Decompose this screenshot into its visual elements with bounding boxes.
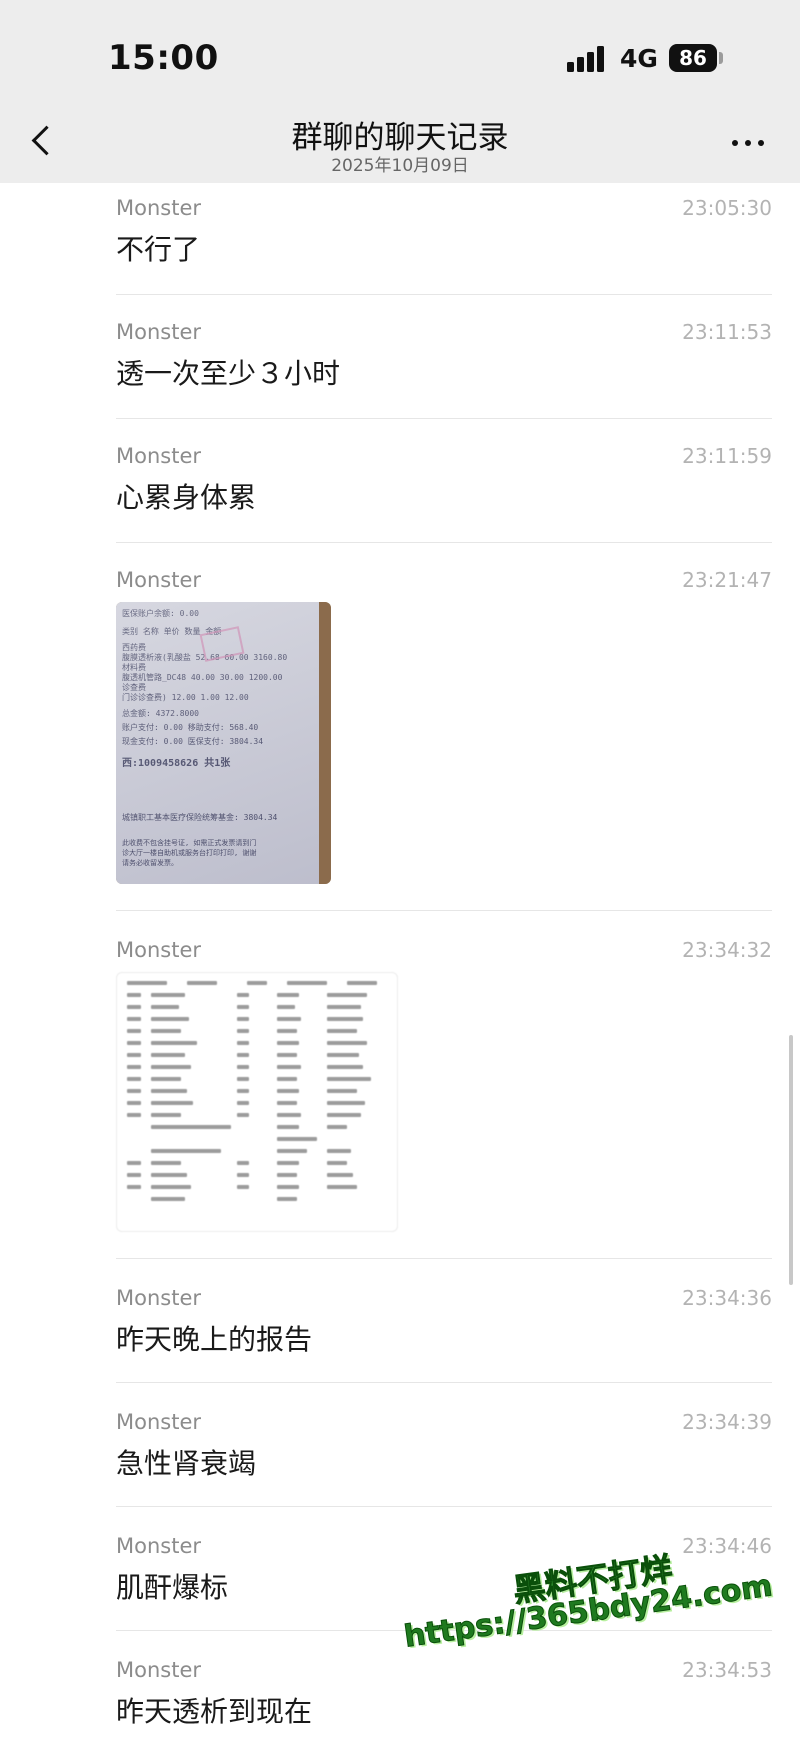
message-text: 透一次至少３小时: [116, 357, 341, 390]
divider: [116, 1506, 772, 1507]
message-item[interactable]: Monster 23:11:53 透一次至少３小时: [116, 320, 772, 400]
status-time: 15:00: [108, 38, 219, 78]
receipt-line: 总金额: 4372.8000: [122, 709, 199, 718]
message-text: 肌酐爆标: [116, 1571, 229, 1604]
receipt-line: 城镇职工基本医疗保险统筹基金: 3804.34: [122, 813, 278, 822]
message-time: 23:21:47: [682, 568, 772, 592]
receipt-line: 医保账户余额: 0.00: [122, 609, 199, 618]
receipt-line: 账户支付: 0.00 移助支付: 568.40: [122, 723, 259, 732]
message-sender: Monster: [116, 320, 202, 344]
battery-icon: 86: [669, 44, 717, 72]
message-time: 23:11:59: [682, 444, 772, 468]
receipt-image[interactable]: 医保账户余额: 0.00 类别 名称 单价 数量 金额 西药费 腹膜透析液(乳酸…: [116, 602, 331, 884]
message-item: Monster 23:34:32: [116, 938, 772, 968]
scrollbar[interactable]: [789, 1035, 793, 1285]
divider: [116, 910, 772, 911]
message-item[interactable]: Monster 23:05:30 不行了: [116, 196, 772, 276]
message-sender: Monster: [116, 938, 202, 962]
message-sender: Monster: [116, 444, 202, 468]
lab-report-image[interactable]: [116, 972, 398, 1232]
receipt-line: 类别 名称 单价 数量 金额: [122, 627, 222, 636]
receipt-line: 材料费: [122, 663, 146, 672]
message-time: 23:34:46: [682, 1534, 772, 1558]
divider: [116, 542, 772, 543]
message-time: 23:34:39: [682, 1410, 772, 1434]
network-type: 4G: [620, 44, 658, 73]
divider: [116, 1258, 772, 1259]
message-time: 23:34:32: [682, 938, 772, 962]
receipt-paper: 医保账户余额: 0.00 类别 名称 单价 数量 金额 西药费 腹膜透析液(乳酸…: [116, 602, 321, 884]
receipt-line: 诊大厅一楼自助机或服务台打印打印, 谢谢: [122, 849, 257, 857]
more-options-icon[interactable]: [728, 128, 768, 156]
watermark: 黑料不打烊 https://365bdy24.com: [400, 1549, 800, 1739]
receipt-line: 西:1009458626 共1张: [122, 758, 231, 769]
message-text: 急性肾衰竭: [116, 1447, 257, 1480]
message-text: 不行了: [116, 233, 201, 266]
signal-icon: [567, 46, 609, 72]
receipt-line: 腹透机管路_DC48 40.00 30.00 1200.00: [122, 673, 283, 682]
message-item: Monster 23:21:47: [116, 568, 772, 598]
message-sender: Monster: [116, 1286, 202, 1310]
receipt-line: 诊查费: [122, 683, 146, 692]
message-sender: Monster: [116, 568, 202, 592]
receipt-line: 现金支付: 0.00 医保支付: 3804.34: [122, 737, 264, 746]
receipt-line: 腹膜透析液(乳酸盐 52.68 60.00 3160.80: [122, 653, 288, 662]
message-item[interactable]: Monster 23:11:59 心累身体累: [116, 444, 772, 524]
message-time: 23:05:30: [682, 196, 772, 220]
receipt-line: 西药费: [122, 643, 146, 652]
receipt-stamp: [199, 626, 245, 662]
top-bar: 15:00 4G 86 群聊的聊天记录 2025年10月09日: [0, 0, 800, 183]
divider: [116, 1382, 772, 1383]
message-item[interactable]: Monster 23:34:36 昨天晚上的报告: [116, 1286, 772, 1366]
message-item[interactable]: Monster 23:34:39 急性肾衰竭: [116, 1410, 772, 1490]
receipt-background: [319, 602, 331, 884]
receipt-line: 此收费不包含挂号证, 如需正式发票请到门: [122, 839, 257, 847]
page-date: 2025年10月09日: [331, 156, 469, 176]
receipt-line: 门诊诊查费) 12.00 1.00 12.00: [122, 693, 249, 702]
message-text: 昨天晚上的报告: [116, 1323, 313, 1356]
receipt-line: 请务必收留发票。: [122, 859, 178, 867]
message-time: 23:11:53: [682, 320, 772, 344]
battery-tip: [719, 52, 723, 64]
message-sender: Monster: [116, 1534, 202, 1558]
message-sender: Monster: [116, 196, 202, 220]
divider: [116, 294, 772, 295]
message-text: 昨天透析到现在: [116, 1695, 313, 1728]
message-time: 23:34:36: [682, 1286, 772, 1310]
message-sender: Monster: [116, 1658, 202, 1682]
message-text: 心累身体累: [116, 481, 257, 514]
message-sender: Monster: [116, 1410, 202, 1434]
divider: [116, 418, 772, 419]
